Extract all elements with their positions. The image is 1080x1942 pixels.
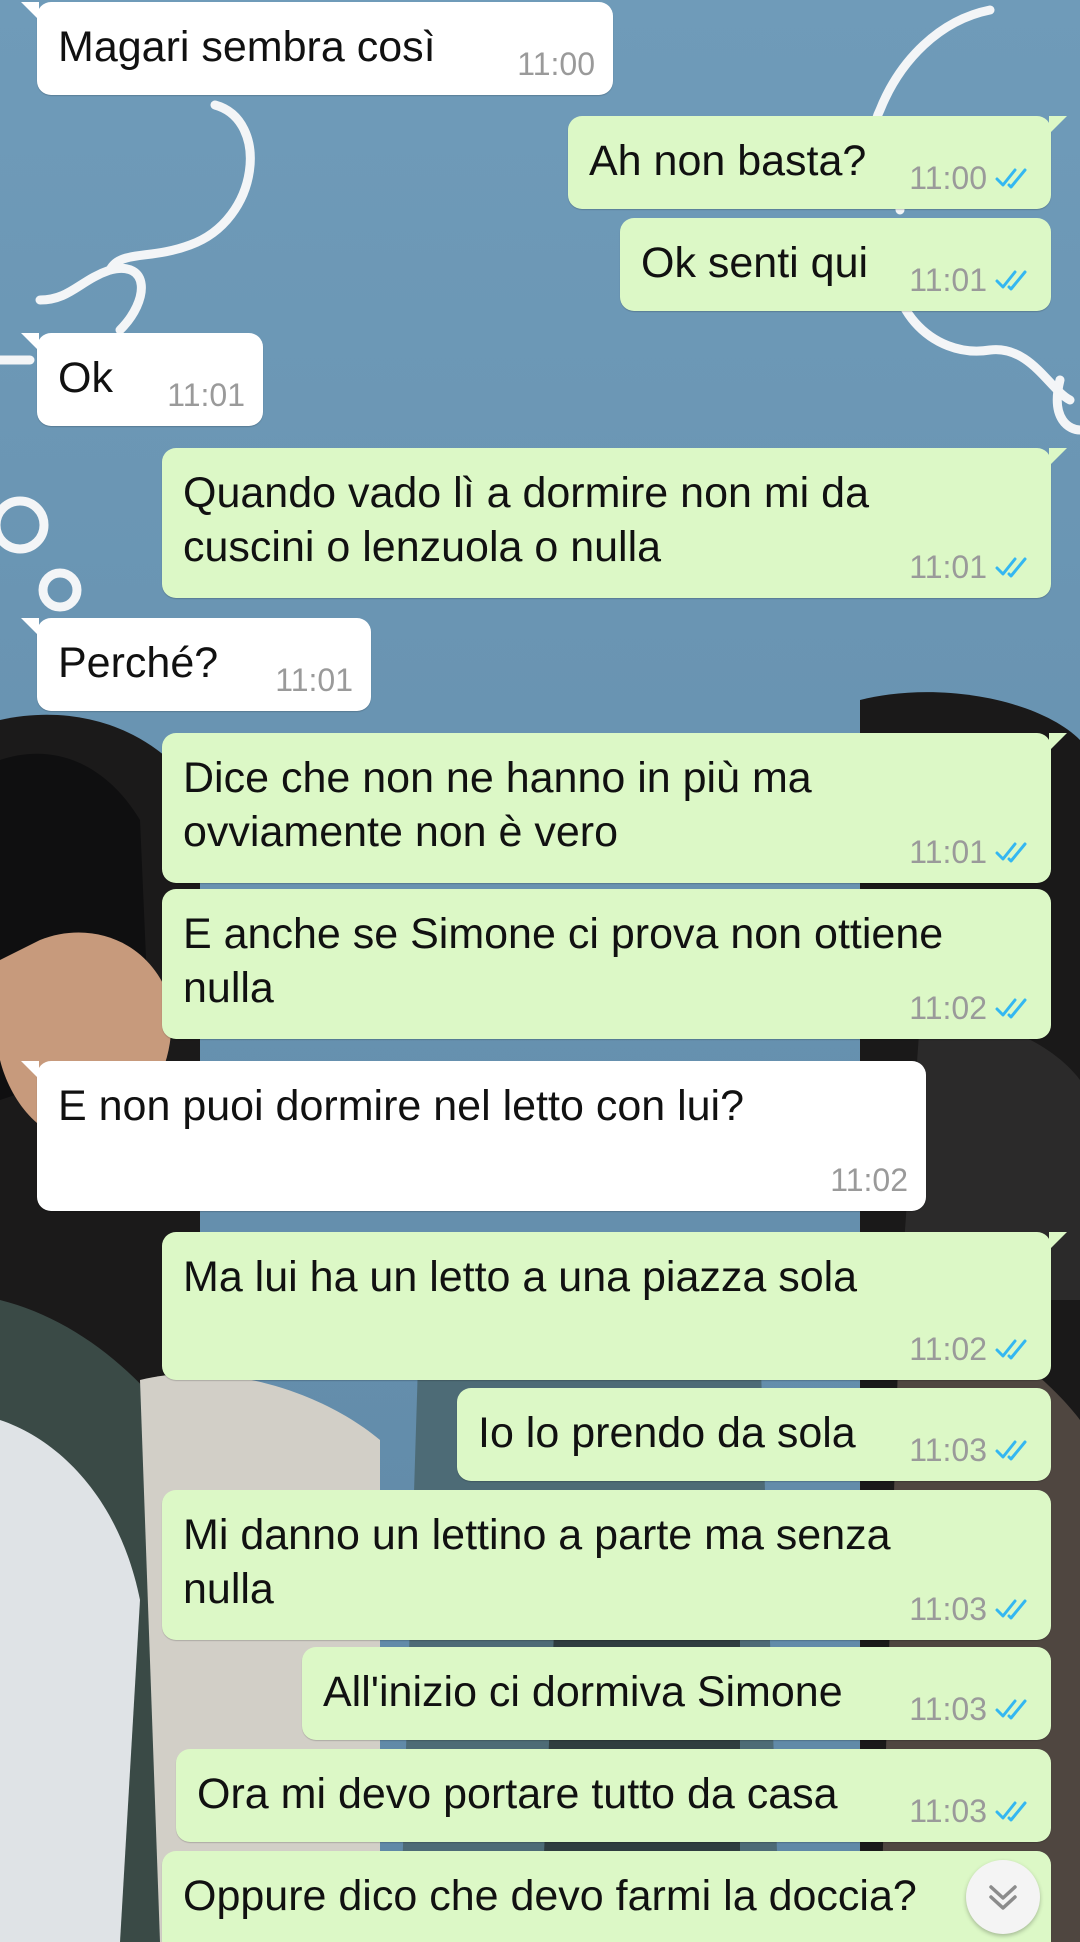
message-meta: 11:03 <box>909 1793 1033 1829</box>
chat-conversation: Magari sembra così 11:00 Ah non basta? 1… <box>0 0 1080 1942</box>
scroll-to-bottom-button[interactable] <box>966 1860 1040 1934</box>
message-bubble-outgoing[interactable]: E anche se Simone ci prova non ottiene n… <box>162 889 1051 1039</box>
read-ticks-icon <box>995 1801 1027 1822</box>
read-ticks-icon <box>995 168 1027 189</box>
message-meta: 11:02 <box>830 1162 908 1198</box>
message-meta: 11:03 <box>909 1432 1033 1468</box>
message-time: 11:02 <box>909 1331 987 1367</box>
message-text: Magari sembra così <box>58 23 436 71</box>
message-time: 11:02 <box>830 1162 908 1198</box>
message-bubble-outgoing[interactable]: Ah non basta? 11:00 <box>568 116 1067 209</box>
message-text: Oppure dico che devo farmi la doccia? <box>183 1872 917 1920</box>
read-ticks-icon <box>995 1339 1027 1360</box>
message-meta: 11:01 <box>167 377 245 413</box>
read-ticks-icon <box>995 1599 1027 1620</box>
message-time: 11:03 <box>909 1432 987 1468</box>
message-time: 11:03 <box>909 1591 987 1627</box>
message-meta: 11:00 <box>517 46 595 82</box>
message-time: 11:01 <box>909 834 987 870</box>
message-meta: 11:03 <box>909 1591 1033 1627</box>
message-bubble-outgoing[interactable]: Ok senti qui 11:01 <box>620 218 1051 311</box>
message-meta: 11:02 <box>909 1331 1033 1367</box>
message-text: Mi danno un lettino a parte ma senza nul… <box>183 1511 903 1613</box>
message-text: E anche se Simone ci prova non ottiene n… <box>183 910 956 1012</box>
message-time: 11:02 <box>909 990 987 1026</box>
read-ticks-icon <box>995 1440 1027 1461</box>
message-time: 11:00 <box>517 46 595 82</box>
message-time: 11:01 <box>167 377 245 413</box>
message-bubble-incoming[interactable]: E non puoi dormire nel letto con lui? 11… <box>21 1061 926 1211</box>
message-bubble-outgoing[interactable]: All'inizio ci dormiva Simone 11:03 <box>302 1647 1051 1740</box>
read-ticks-icon <box>995 842 1027 863</box>
message-meta: 11:01 <box>275 662 353 698</box>
read-ticks-icon <box>995 998 1027 1019</box>
message-bubble-outgoing[interactable]: Mi danno un lettino a parte ma senza nul… <box>162 1490 1051 1640</box>
double-chevron-down-icon <box>989 1885 1017 1910</box>
message-bubble-incoming[interactable]: Magari sembra così 11:00 <box>21 2 613 95</box>
message-meta: 11:00 <box>909 160 1033 196</box>
message-text: Dice che non ne hanno in più ma ovviamen… <box>183 754 824 856</box>
message-bubble-outgoing[interactable]: Quando vado lì a dormire non mi da cusci… <box>162 448 1067 598</box>
read-ticks-icon <box>995 1699 1027 1720</box>
message-bubble-outgoing[interactable]: Ora mi devo portare tutto da casa 11:03 <box>176 1749 1051 1842</box>
message-meta: 11:02 <box>909 990 1033 1026</box>
message-time: 11:03 <box>909 1691 987 1727</box>
message-bubble-outgoing[interactable]: Oppure dico che devo farmi la doccia? <box>162 1851 1051 1942</box>
message-time: 11:01 <box>275 662 353 698</box>
read-ticks-icon <box>995 270 1027 291</box>
message-time: 11:01 <box>909 549 987 585</box>
message-text: Ma lui ha un letto a una piazza sola <box>183 1253 858 1301</box>
message-text: Quando vado lì a dormire non mi da cusci… <box>183 469 881 571</box>
message-bubble-incoming[interactable]: Perché? 11:01 <box>21 618 371 711</box>
message-bubble-outgoing[interactable]: Dice che non ne hanno in più ma ovviamen… <box>162 733 1067 883</box>
message-meta: 11:03 <box>909 1691 1033 1727</box>
message-time: 11:01 <box>909 262 987 298</box>
message-bubble-outgoing[interactable]: Ma lui ha un letto a una piazza sola 11:… <box>162 1232 1067 1380</box>
message-bubble-outgoing[interactable]: Io lo prendo da sola 11:03 <box>457 1388 1051 1481</box>
message-text: Ora mi devo portare tutto da casa <box>197 1770 838 1818</box>
message-text: E non puoi dormire nel letto con lui? <box>58 1082 745 1130</box>
message-meta: 11:01 <box>909 549 1033 585</box>
message-time: 11:03 <box>909 1793 987 1829</box>
message-meta: 11:01 <box>909 834 1033 870</box>
message-bubble-incoming[interactable]: Ok 11:01 <box>21 333 263 426</box>
message-time: 11:00 <box>909 160 987 196</box>
read-ticks-icon <box>995 557 1027 578</box>
message-meta: 11:01 <box>909 262 1033 298</box>
